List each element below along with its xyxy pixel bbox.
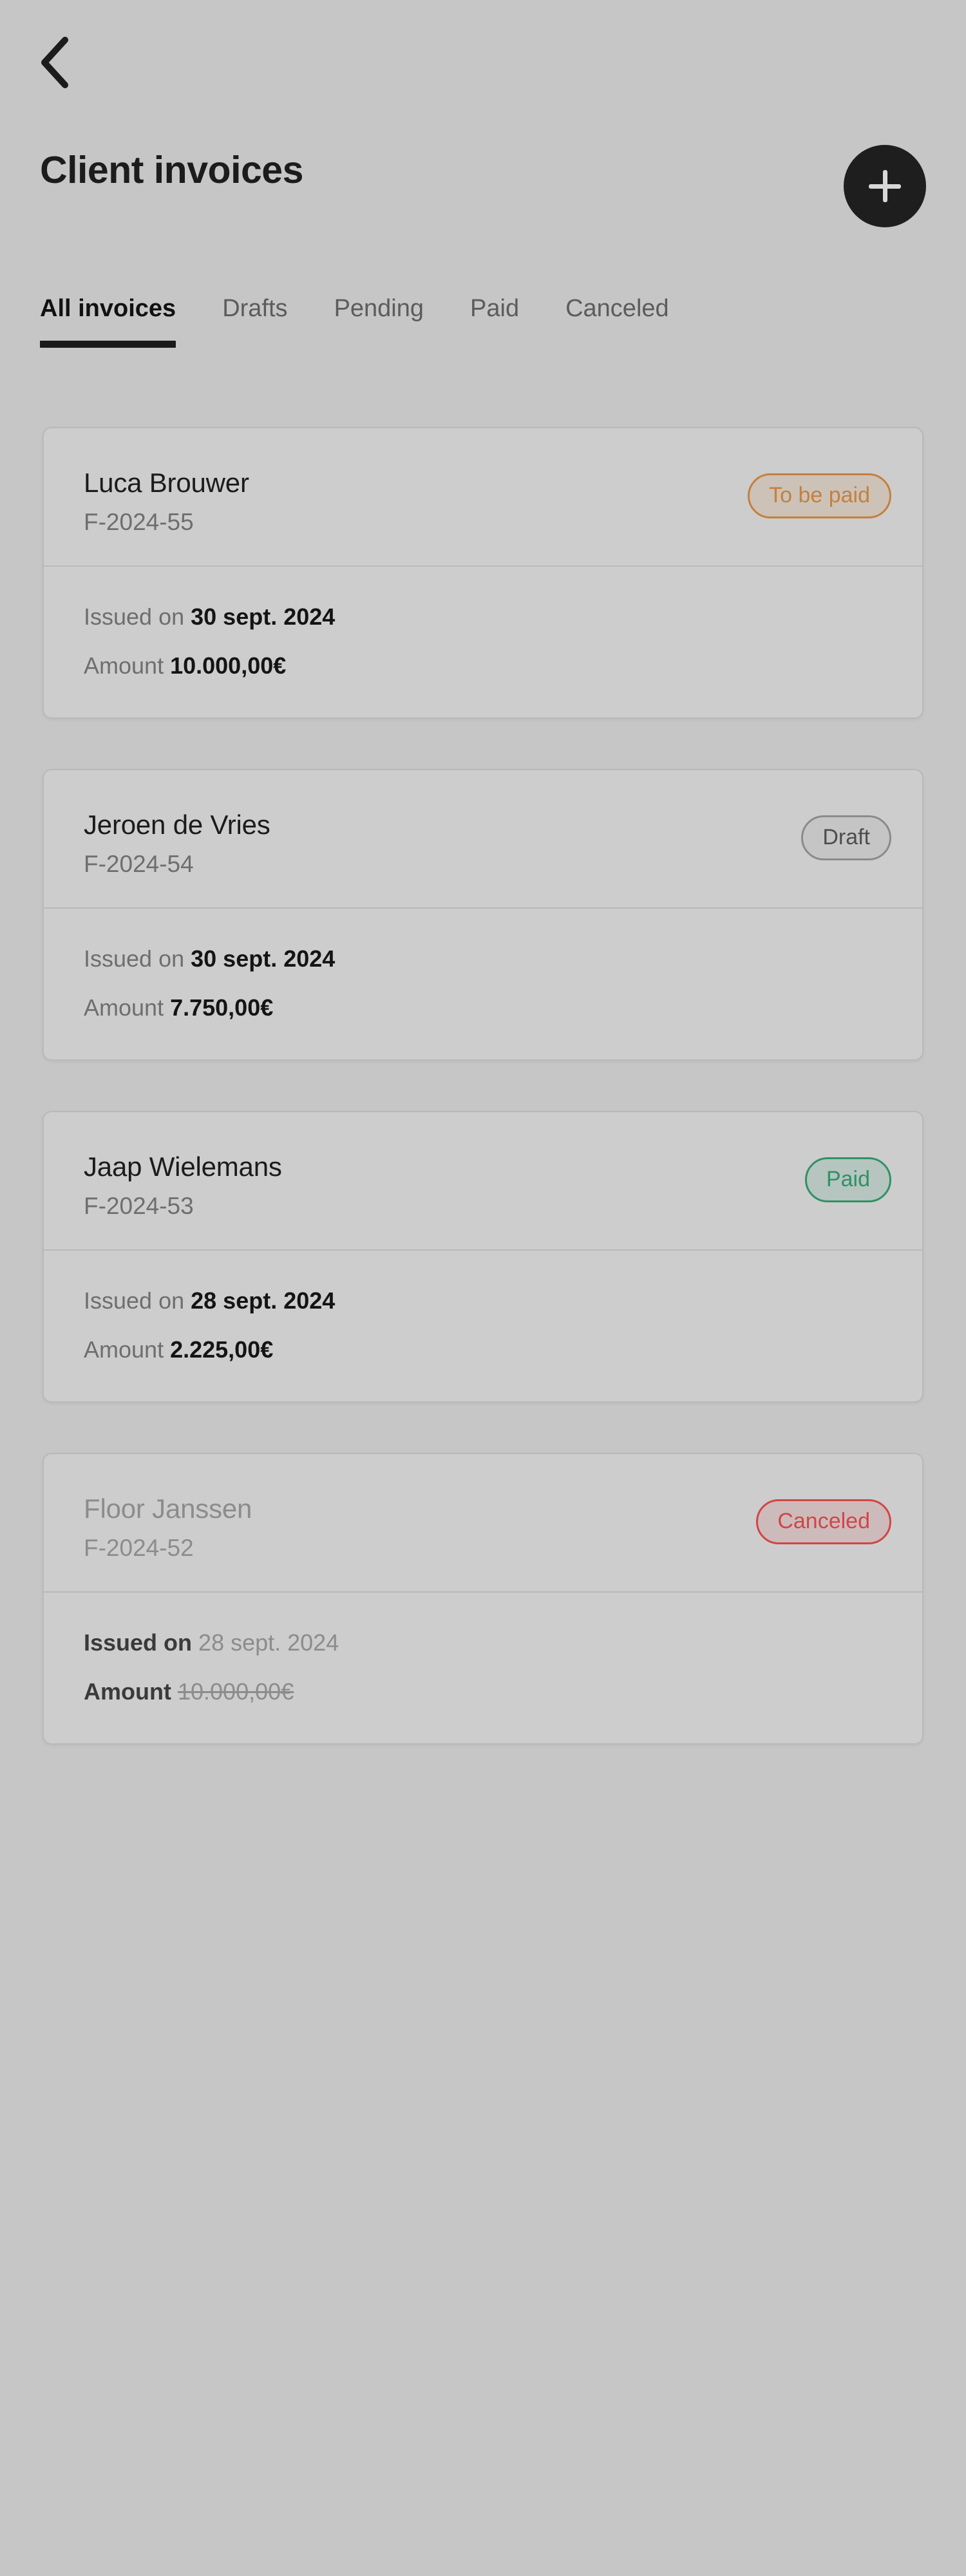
issued-on-label-row: Issued on 30 sept. 2024 — [84, 945, 882, 973]
invoice-card-header: Jeroen de Vries F-2024-54 Draft — [44, 770, 922, 907]
tab-drafts[interactable]: Drafts — [222, 296, 287, 348]
amount-label: Amount — [84, 994, 164, 1021]
amount-value: 10.000,00€ — [177, 1678, 294, 1705]
client-name: Luca Brouwer — [84, 468, 249, 498]
invoice-number: F-2024-53 — [84, 1192, 194, 1219]
amount-label-row: Amount 7.750,00€ — [84, 994, 882, 1022]
amount-label: Amount — [84, 1336, 164, 1363]
invoice-list: Luca Brouwer F-2024-55 To be paid Issued on… — [0, 427, 966, 1795]
invoice-card[interactable]: Luca Brouwer F-2024-55 To be paid Issued on… — [43, 427, 923, 719]
invoice-number: F-2024-54 — [84, 850, 194, 877]
amount-label-row: Amount 10.000,00€ — [84, 652, 882, 680]
invoice-card[interactable]: Jaap Wielemans F-2024-53 Paid Issued on 28 … — [43, 1111, 923, 1403]
invoice-card-body: Issued on 28 sept. 2024 Amount 10.000,00€ — [44, 1593, 922, 1743]
status-badge[interactable]: Canceled — [756, 1499, 891, 1545]
issued-on-label: Issued on — [84, 1287, 185, 1314]
issued-on-label-row: Issued on 28 sept. 2024 — [84, 1629, 882, 1657]
issued-on-label: Issued on — [84, 1629, 193, 1656]
amount-value: 2.225,00€ — [170, 1336, 274, 1363]
invoice-card[interactable]: Jeroen de Vries F-2024-54 Draft Issued on 3… — [43, 769, 923, 1061]
status-badge[interactable]: To be paid — [748, 473, 891, 518]
client-name: Jaap Wielemans — [84, 1151, 282, 1182]
invoice-identity: Jeroen de Vries F-2024-54 — [84, 799, 270, 878]
amount-label: Amount — [84, 1678, 171, 1705]
issued-on-value: 30 sept. 2024 — [191, 603, 336, 630]
issued-on-value: 30 sept. 2024 — [191, 945, 336, 972]
add-invoice-button[interactable] — [844, 145, 926, 227]
client-name: Jeroen de Vries — [84, 810, 270, 840]
amount-label-row: Amount 2.225,00€ — [84, 1336, 882, 1364]
invoice-card-body: Issued on 30 sept. 2024 Amount 7.750,00€ — [44, 909, 922, 1059]
amount-value: 10.000,00€ — [170, 652, 287, 679]
issued-on-label: Issued on — [84, 603, 185, 630]
invoice-card-header: Luca Brouwer F-2024-55 To be paid — [44, 428, 922, 565]
invoice-identity: Jaap Wielemans F-2024-53 — [84, 1141, 282, 1220]
invoice-number: F-2024-55 — [84, 508, 194, 535]
invoice-status-tabs[interactable]: All invoices Drafts Pending Paid Canceled — [0, 296, 966, 367]
page-title: Client invoices — [40, 149, 303, 191]
invoice-card-header: Jaap Wielemans F-2024-53 Paid — [44, 1112, 922, 1249]
invoice-identity: Luca Brouwer F-2024-55 — [84, 457, 249, 536]
client-name: Floor Janssen — [84, 1493, 252, 1524]
invoice-card-body: Issued on 28 sept. 2024 Amount 2.225,00€ — [44, 1251, 922, 1401]
invoices-screen: Client invoices All invoices Drafts Pendin… — [0, 0, 966, 2576]
plus-icon — [869, 170, 901, 202]
amount-value: 7.750,00€ — [170, 994, 274, 1021]
amount-label-row: Amount 10.000,00€ — [84, 1678, 882, 1706]
amount-label: Amount — [84, 652, 164, 679]
tab-pending[interactable]: Pending — [334, 296, 424, 348]
invoice-number: F-2024-52 — [84, 1534, 194, 1561]
issued-on-label-row: Issued on 28 sept. 2024 — [84, 1287, 882, 1315]
invoice-card[interactable]: Floor Janssen F-2024-52 Canceled Issued on … — [43, 1453, 923, 1745]
invoice-card-header: Floor Janssen F-2024-52 Canceled — [44, 1454, 922, 1591]
issued-on-value: 28 sept. 2024 — [198, 1629, 339, 1656]
invoice-card-body: Issued on 30 sept. 2024 Amount 10.000,00€ — [44, 567, 922, 717]
chevron-left-icon — [37, 35, 73, 90]
title-row: Client invoices — [0, 145, 966, 229]
back-button[interactable] — [27, 35, 82, 90]
issued-on-label-row: Issued on 30 sept. 2024 — [84, 603, 882, 631]
top-bar — [0, 31, 966, 102]
status-badge[interactable]: Draft — [801, 815, 891, 861]
tab-all-invoices[interactable]: All invoices — [40, 296, 176, 348]
issued-on-label: Issued on — [84, 945, 185, 972]
tab-canceled[interactable]: Canceled — [565, 296, 669, 348]
invoice-identity: Floor Janssen F-2024-52 — [84, 1482, 252, 1562]
issued-on-value: 28 sept. 2024 — [191, 1287, 336, 1314]
status-badge[interactable]: Paid — [804, 1157, 891, 1203]
tab-paid[interactable]: Paid — [470, 296, 519, 348]
